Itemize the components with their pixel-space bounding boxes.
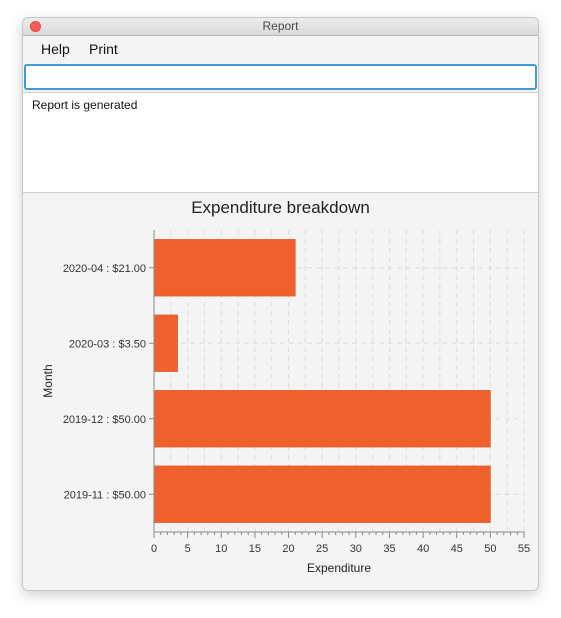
y-tick-label: 2019-12 : $50.00 xyxy=(63,414,146,426)
x-tick-label: 30 xyxy=(350,543,362,555)
y-tick-label: 2020-04 : $21.00 xyxy=(63,263,146,275)
y-tick-label: 2019-11 : $50.00 xyxy=(64,489,146,501)
x-tick-label: 35 xyxy=(383,543,395,555)
bar-1[interactable] xyxy=(153,314,178,372)
x-tick-label: 5 xyxy=(185,543,191,555)
bar-0[interactable] xyxy=(153,239,296,297)
x-tick-label: 50 xyxy=(484,543,496,555)
bar-3[interactable] xyxy=(153,465,491,523)
bar-2[interactable] xyxy=(153,390,491,448)
x-tick-label: 15 xyxy=(249,543,261,555)
x-tick-label: 10 xyxy=(215,543,227,555)
report-window: Report Help Print Report is generated Ex… xyxy=(23,18,538,590)
x-tick-label: 20 xyxy=(282,543,294,555)
x-tick-label: 45 xyxy=(451,543,463,555)
x-tick-label: 40 xyxy=(417,543,429,555)
x-tick-label: 25 xyxy=(316,543,328,555)
x-tick-label: 0 xyxy=(151,543,157,555)
y-tick-label: 2020-03 : $3.50 xyxy=(69,338,146,350)
x-axis-label: Expenditure xyxy=(307,561,371,575)
y-axis-label: Month xyxy=(41,364,55,397)
x-tick-label: 55 xyxy=(518,543,530,555)
expenditure-chart: 2020-04 : $21.00 2020-03 : $3.50 2019-12 :… xyxy=(41,230,530,575)
